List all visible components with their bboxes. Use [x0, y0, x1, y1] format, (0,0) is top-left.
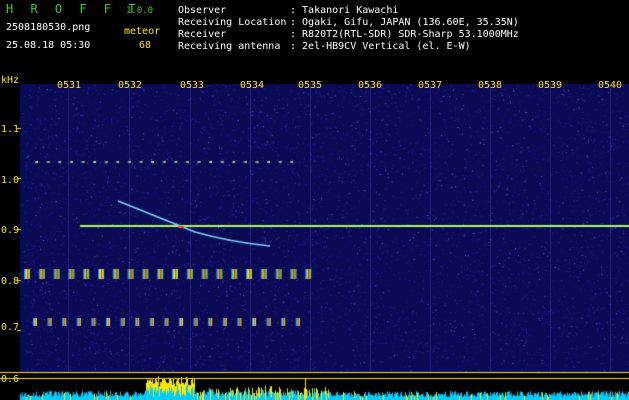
receiver-label: Receiver: [178, 29, 227, 40]
x-tick-label: 0536: [358, 80, 383, 91]
y-tick-label: 0.7: [1, 322, 20, 333]
y-tick-label: 0.8: [1, 276, 20, 287]
x-tick-label: 0538: [478, 80, 503, 91]
observer-label: Observer: [178, 5, 227, 16]
y-tick-label: 0.6: [1, 374, 20, 385]
x-tick-label: 0539: [538, 80, 563, 91]
spectrogram-canvas: [0, 72, 629, 400]
date-time: 25.08.18 05:30: [6, 40, 91, 51]
y-tick-label: 1.1: [1, 124, 20, 135]
y-tick-label: 1.0: [1, 175, 20, 186]
header-panel: H R O F F T 1.0.0 2508180530.png 25.08.1…: [0, 0, 629, 72]
app-version: 1.0.0: [126, 6, 154, 16]
x-tick-label: 0533: [180, 80, 205, 91]
x-tick-label: 0540: [598, 80, 623, 91]
x-tick-label: 0534: [240, 80, 265, 91]
x-tick-label: 0532: [118, 80, 143, 91]
x-tick-label: 0537: [418, 80, 443, 91]
y-axis-unit: kHz: [1, 75, 20, 86]
file-name: 2508180530.png: [6, 22, 91, 33]
app-title: H R O F F T: [6, 2, 141, 16]
y-tick-label: 0.9: [1, 225, 20, 236]
location-label: Receiving Location: [178, 17, 287, 28]
location-value: : Ogaki, Gifu, JAPAN (136.60E, 35.35N): [290, 17, 519, 28]
x-tick-label: 0531: [57, 80, 82, 91]
observer-value: : Takanori Kawachi: [290, 5, 399, 16]
antenna-label: Receiving antenna: [178, 41, 281, 52]
type-label: meteor: [124, 26, 161, 37]
count-value: 68: [139, 40, 152, 51]
receiver-value: : R820T2(RTL-SDR) SDR-Sharp 53.1000MHz: [290, 29, 519, 40]
x-tick-label: 0535: [298, 80, 323, 91]
antenna-value: : 2el-HB9CV Vertical (el. E-W): [290, 41, 471, 52]
